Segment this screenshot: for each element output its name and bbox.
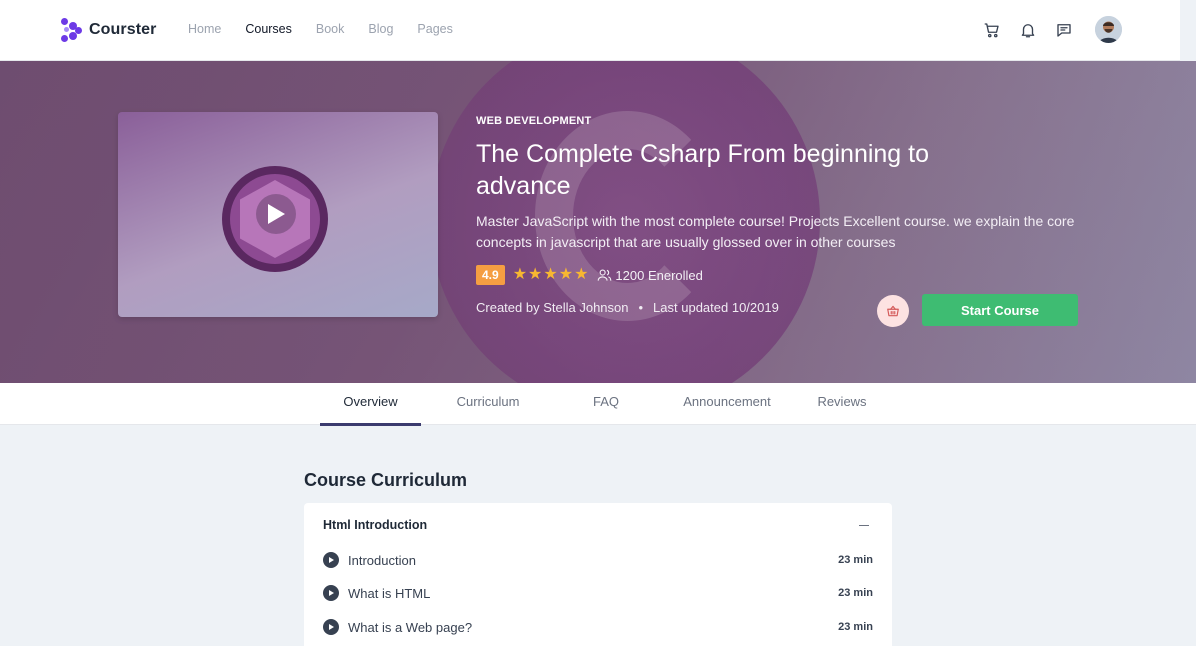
lesson-duration: 23 min: [838, 587, 873, 599]
play-circle-icon: [323, 619, 339, 635]
created-by: Created by Stella Johnson: [476, 300, 629, 315]
basket-icon: [887, 305, 899, 317]
last-updated: Last updated 10/2019: [653, 300, 779, 315]
course-meta: Created by Stella Johnson • Last updated…: [476, 300, 779, 315]
curriculum-section-card: Html Introduction Introduction 23 min Wh…: [304, 503, 892, 646]
course-title: The Complete Csharp From beginning to ad…: [476, 140, 930, 200]
lesson-title: Introduction: [348, 552, 416, 568]
bell-icon[interactable]: [1017, 19, 1039, 41]
lesson-item[interactable]: What is a Web page? 23 min: [323, 618, 873, 636]
star-icon: ★: [512, 266, 528, 283]
course-hero: WEB DEVELOPMENT The Complete Csharp From…: [0, 61, 1196, 383]
enrolled-count: 1200 Enerolled: [597, 267, 703, 283]
play-icon[interactable]: [256, 194, 296, 234]
lesson-title: What is a Web page?: [348, 619, 473, 635]
curriculum-title: Course Curriculum: [304, 470, 468, 490]
nav-icons: [967, 16, 1122, 43]
nav-link-blog[interactable]: Blog: [368, 22, 393, 36]
start-course-button[interactable]: Start Course: [922, 294, 1078, 326]
play-circle-icon: [323, 585, 339, 601]
lesson-item[interactable]: What is HTML 23 min: [323, 584, 873, 602]
course-tabs: Overview Curriculum FAQ Announcement Rev…: [320, 383, 892, 426]
tab-announcement[interactable]: Announcement: [657, 383, 797, 425]
tab-overview[interactable]: Overview: [320, 383, 421, 426]
meta-separator: •: [638, 300, 644, 315]
cart-icon[interactable]: [981, 19, 1003, 41]
message-icon[interactable]: [1053, 19, 1075, 41]
avatar[interactable]: [1095, 16, 1122, 43]
collapse-icon[interactable]: [859, 525, 869, 526]
course-video-thumbnail[interactable]: [118, 112, 438, 317]
nav-link-home[interactable]: Home: [188, 22, 221, 36]
tab-reviews[interactable]: Reviews: [797, 383, 887, 425]
lesson-duration: 23 min: [838, 621, 873, 633]
brand-logo-icon: [61, 18, 83, 42]
brand-name: Courster: [89, 21, 157, 38]
rating-badge: 4.9: [476, 265, 505, 285]
lesson-item[interactable]: Introduction 23 min: [323, 551, 873, 569]
rating-row: 4.9 ★ ★ ★ ★ ★ 1200 Enerolled: [476, 265, 1096, 285]
tab-curriculum[interactable]: Curriculum: [421, 383, 555, 425]
lesson-title: What is HTML: [348, 585, 431, 601]
nav-links: Home Courses Book Blog Pages: [188, 22, 477, 36]
enrolled-text: 1200 Enerolled: [615, 267, 703, 283]
section-header[interactable]: Html Introduction: [323, 518, 427, 532]
lesson-duration: 23 min: [838, 554, 873, 566]
course-info: WEB DEVELOPMENT The Complete Csharp From…: [476, 115, 1096, 285]
star-icon: ★: [528, 266, 543, 283]
star-icon: ★: [558, 266, 574, 283]
course-description: Master JavaScript with the most complete…: [476, 213, 1075, 250]
star-rating: ★ ★ ★ ★ ★: [513, 265, 590, 285]
add-to-basket-button[interactable]: [877, 295, 909, 327]
top-navbar: Courster Home Courses Book Blog Pages: [0, 0, 1180, 61]
tab-faq[interactable]: FAQ: [555, 383, 657, 425]
users-icon: [598, 269, 612, 281]
nav-link-book[interactable]: Book: [316, 22, 345, 36]
nav-link-courses[interactable]: Courses: [245, 22, 292, 36]
course-category: WEB DEVELOPMENT: [476, 115, 592, 127]
course-tabbar: Overview Curriculum FAQ Announcement Rev…: [0, 383, 1196, 426]
brand[interactable]: Courster: [61, 17, 156, 43]
play-circle-icon: [323, 552, 339, 568]
star-icon: ★: [543, 266, 558, 283]
star-icon: ★: [574, 266, 589, 283]
nav-link-pages[interactable]: Pages: [417, 22, 452, 36]
